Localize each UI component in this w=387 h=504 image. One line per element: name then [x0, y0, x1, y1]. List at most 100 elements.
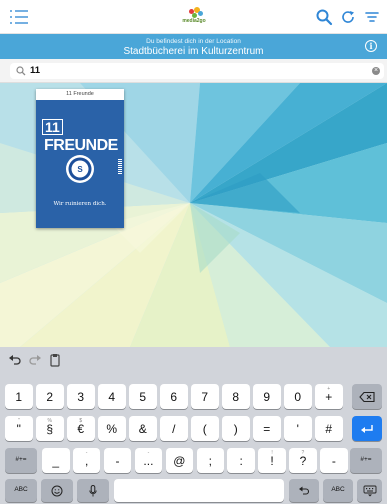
info-icon[interactable]: i	[365, 40, 377, 52]
key-label: /	[172, 422, 176, 436]
keyboard-hide-icon	[363, 485, 376, 496]
key-label: -	[331, 454, 336, 468]
keyboard-key[interactable]: ;	[196, 448, 224, 473]
keyboard-key[interactable]: $ €	[67, 416, 95, 441]
search-bar: 11 ×	[0, 59, 387, 83]
keyboard-key[interactable]: _	[42, 448, 70, 473]
abc-right-key[interactable]: ABC	[323, 479, 353, 502]
key-label: &	[138, 422, 147, 436]
magazine-title-label: 11 Freunde	[36, 89, 124, 100]
search-value: 11	[30, 65, 41, 76]
search-field-icon	[16, 66, 26, 76]
undo-key[interactable]	[289, 479, 319, 502]
keyboard-key[interactable]: (	[191, 416, 219, 441]
top-bar: media2go	[0, 0, 387, 34]
menu-list-icon[interactable]	[8, 7, 30, 27]
filter-icon[interactable]	[363, 8, 381, 26]
key-label: ...	[143, 454, 154, 468]
abc-left-key[interactable]: ABC	[5, 479, 37, 502]
key-label: _	[52, 454, 60, 468]
app-logo: media2go	[180, 7, 208, 27]
paste-icon[interactable]	[48, 353, 62, 367]
space-key[interactable]	[114, 479, 284, 502]
undo-icon[interactable]	[8, 353, 22, 367]
shift-right-label: #+=	[360, 456, 372, 463]
keyboard-key[interactable]: 1	[5, 384, 33, 409]
keyboard-key[interactable]: %	[98, 416, 126, 441]
magazine-result-card[interactable]: 11 Freunde 11 FREUNDE S Wir ruinieren dic…	[36, 89, 124, 228]
shift-right-key[interactable]: #+=	[350, 448, 382, 473]
keyboard-key[interactable]: '	[284, 416, 312, 441]
key-label: 7	[201, 390, 209, 404]
keyboard-key[interactable]: -,	[72, 448, 101, 473]
keyboard-key[interactable]: -	[320, 448, 348, 473]
keyboard-key[interactable]: :	[227, 448, 255, 473]
search-icon[interactable]	[315, 8, 333, 26]
keyboard-dismiss-key[interactable]	[357, 479, 382, 502]
key-label: €	[77, 422, 85, 436]
key-label: §	[46, 422, 54, 436]
location-caption: Du befindest dich in der Location	[146, 38, 241, 45]
key-label: #	[325, 422, 333, 436]
key-label: 5	[139, 390, 147, 404]
keyboard-key[interactable]: + +	[315, 384, 343, 409]
backspace-key[interactable]	[352, 384, 382, 409]
keyboard-key[interactable]: 5	[129, 384, 157, 409]
key-label: 2	[46, 390, 54, 404]
magazine-brand: 11 FREUNDE	[42, 119, 124, 155]
keyboard-key[interactable]: -	[103, 448, 132, 473]
keyboard-key[interactable]: % §	[36, 416, 64, 441]
svg-text:S: S	[77, 165, 83, 174]
magazine-brand-word: FREUNDE	[44, 137, 118, 154]
key-label: ;	[208, 454, 212, 468]
redo-icon[interactable]	[28, 353, 42, 367]
keyboard-key[interactable]: /	[160, 416, 188, 441]
keyboard-key[interactable]: 3	[67, 384, 95, 409]
key-label: 3	[77, 390, 85, 404]
keyboard-key[interactable]: =	[253, 416, 281, 441]
keyboard-key[interactable]: ??	[289, 448, 317, 473]
keyboard-key[interactable]: 7	[191, 384, 219, 409]
search-input[interactable]: 11 ×	[10, 63, 384, 79]
key-label: 8	[232, 390, 240, 404]
keyboard-key[interactable]: " "	[5, 416, 33, 441]
key-label: 9	[263, 390, 271, 404]
keyboard-key[interactable]: &	[129, 416, 157, 441]
return-key[interactable]	[352, 416, 382, 441]
key-label: 1	[15, 390, 23, 404]
keyboard-key[interactable]: 4	[98, 384, 126, 409]
keyboard-key[interactable]: 6	[160, 384, 188, 409]
key-label: )	[233, 422, 238, 436]
key-label: "	[16, 422, 21, 436]
keyboard-key[interactable]: 9	[253, 384, 281, 409]
magazine-brand-number: 11	[42, 119, 63, 135]
club-crest-icon: S	[66, 155, 94, 183]
keyboard-key[interactable]: -...	[134, 448, 163, 473]
key-label: 0	[294, 390, 302, 404]
keyboard-key[interactable]: 8	[222, 384, 250, 409]
microphone-icon	[89, 484, 97, 496]
key-label: !	[270, 454, 274, 468]
keyboard-key[interactable]: !!	[258, 448, 286, 473]
clear-icon[interactable]: ×	[372, 67, 380, 75]
barcode	[118, 159, 122, 175]
keyboard-key[interactable]: #	[315, 416, 343, 441]
keyboard-key[interactable]: 0	[284, 384, 312, 409]
key-label: @	[173, 454, 186, 468]
dictation-key[interactable]	[77, 479, 109, 502]
keyboard-key[interactable]: 2	[36, 384, 64, 409]
abc-left-label: ABC	[14, 486, 28, 493]
key-label: (	[202, 422, 207, 436]
shift-left-key[interactable]: #+=	[5, 448, 37, 473]
emoji-icon	[51, 485, 63, 496]
logo-text: media2go	[182, 18, 206, 24]
keyboard-key[interactable]: @	[165, 448, 194, 473]
emoji-key[interactable]	[41, 479, 73, 502]
on-screen-keyboard: 1 2 3 4 5 6 7 8 9 0 + + " "% § $ €% & /() = ' # #+= _ -, - -...…	[0, 347, 387, 504]
key-label: %	[106, 422, 118, 436]
shift-left-label: #+=	[15, 456, 27, 463]
location-banner: Du befindest dich in der Location Stadtb…	[0, 34, 387, 59]
key-label: 6	[170, 390, 178, 404]
keyboard-key[interactable]: )	[222, 416, 250, 441]
refresh-icon[interactable]	[339, 8, 357, 26]
